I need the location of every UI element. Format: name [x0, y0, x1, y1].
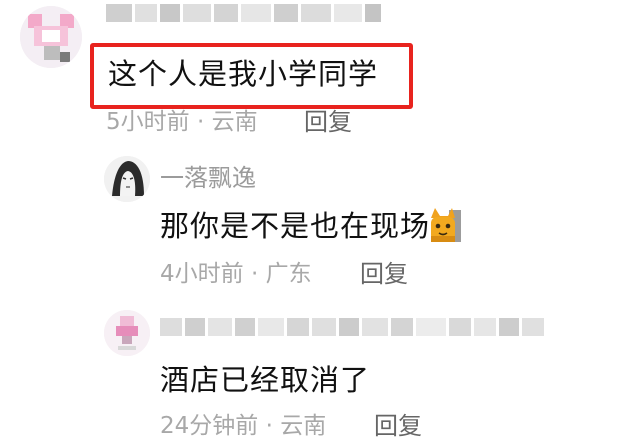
username-hidden-1 — [106, 4, 381, 22]
reply-button-3[interactable]: 回复 — [374, 412, 422, 440]
pixelated-avatar-icon — [104, 310, 150, 356]
pixelated-avatar-icon — [20, 6, 82, 68]
reply-button-2[interactable]: 回复 — [360, 260, 408, 288]
comment-text-3: 酒店已经取消了 — [160, 363, 371, 397]
username-hidden-3 — [160, 318, 544, 336]
avatar-comment-1[interactable] — [20, 6, 82, 68]
comment-meta-2: 4小时前 · 广东 — [160, 261, 312, 287]
username-2[interactable]: 一落飘逸 — [160, 164, 256, 192]
comment-text-1: 这个人是我小学同学 — [108, 57, 379, 91]
comment-meta-3: 24分钟前 · 云南 — [160, 413, 327, 439]
avatar-comment-2[interactable] — [104, 156, 150, 202]
comment-text-2: 那你是不是也在现场 — [160, 209, 431, 243]
reply-button-1[interactable]: 回复 — [304, 108, 352, 136]
cat-emoji-icon — [427, 206, 463, 244]
comment-meta-1: 5小时前 · 云南 — [106, 109, 258, 135]
avatar-comment-3[interactable] — [104, 310, 150, 356]
ink-portrait-avatar-icon — [104, 156, 150, 202]
